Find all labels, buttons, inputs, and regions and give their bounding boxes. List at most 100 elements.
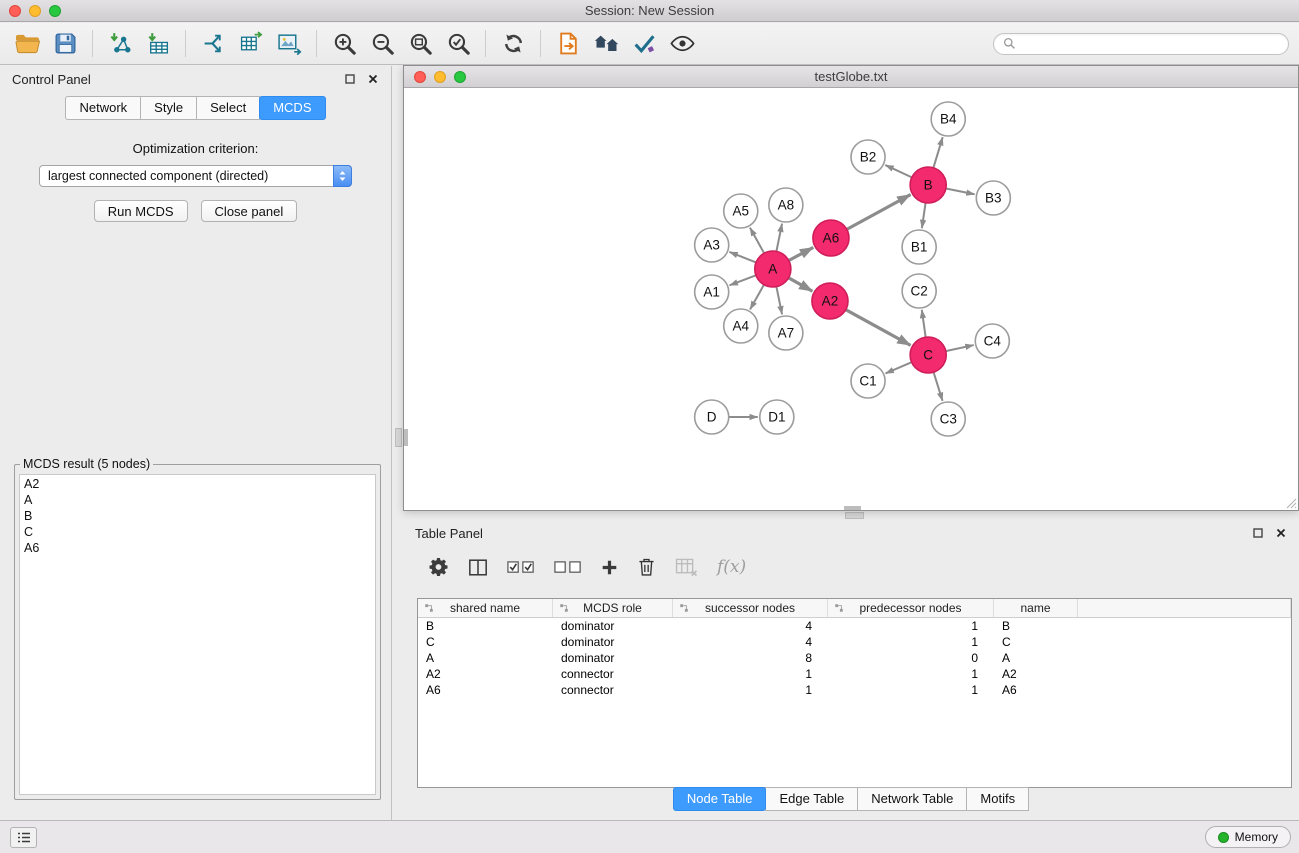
search-field[interactable] — [993, 33, 1289, 55]
export-document-button[interactable] — [549, 27, 587, 61]
graph-edge[interactable] — [776, 224, 782, 252]
table-row[interactable]: A2connector11A2 — [418, 666, 1291, 682]
graph-edge[interactable] — [922, 203, 926, 228]
vertical-splitter-handle[interactable] — [395, 428, 402, 447]
import-network-button[interactable] — [101, 27, 139, 61]
tab-style[interactable]: Style — [140, 96, 197, 120]
graph-edge[interactable] — [946, 189, 975, 195]
graph-edge[interactable] — [946, 345, 974, 351]
vertical-scroll-thumb[interactable] — [404, 429, 408, 446]
graph-node-label: A2 — [822, 294, 839, 309]
table-row[interactable]: Adominator80A — [418, 650, 1291, 666]
close-panel-button[interactable] — [367, 73, 379, 85]
save-session-button[interactable] — [46, 27, 84, 61]
close-panel-action-button[interactable]: Close panel — [201, 200, 298, 222]
network-zoom-button[interactable] — [454, 71, 466, 83]
resize-grip-icon[interactable] — [1285, 497, 1297, 509]
export-image-button[interactable] — [270, 27, 308, 61]
graph-edge[interactable] — [750, 285, 764, 310]
column-header-successor-nodes[interactable]: successor nodes — [673, 599, 828, 617]
mcds-result-item[interactable]: C — [20, 524, 375, 540]
select-stepper-icon — [333, 165, 352, 187]
tab-motifs[interactable]: Motifs — [966, 787, 1029, 811]
graph-edge[interactable] — [729, 252, 756, 262]
show-columns-button[interactable] — [468, 558, 488, 577]
delete-table-button[interactable] — [675, 558, 698, 577]
graph-edge[interactable] — [886, 362, 912, 373]
zoom-window-button[interactable] — [49, 5, 61, 17]
table-cell: 0 — [828, 650, 994, 666]
graph-node-label: B3 — [985, 191, 1002, 206]
tab-network-table[interactable]: Network Table — [857, 787, 967, 811]
graph-edge[interactable] — [885, 165, 912, 177]
unselect-all-columns-button[interactable] — [554, 560, 582, 575]
tab-select[interactable]: Select — [196, 96, 260, 120]
search-input[interactable] — [1021, 36, 1279, 52]
mcds-result-item[interactable]: A — [20, 492, 375, 508]
tab-mcds[interactable]: MCDS — [259, 96, 325, 120]
table-row[interactable]: Bdominator41B — [418, 618, 1291, 634]
column-header-name[interactable]: name — [994, 599, 1078, 617]
zoom-fit-button[interactable] — [401, 27, 439, 61]
network-close-button[interactable] — [414, 71, 426, 83]
graph-edge[interactable] — [789, 278, 813, 291]
task-history-button[interactable] — [10, 827, 37, 848]
graph-edge[interactable] — [922, 310, 926, 337]
mcds-result-list[interactable]: A2ABCA6 — [19, 474, 376, 795]
run-mcds-button[interactable]: Run MCDS — [94, 200, 188, 222]
delete-column-button[interactable] — [637, 557, 656, 577]
zoom-out-button[interactable] — [363, 27, 401, 61]
column-header-mcds-role[interactable]: MCDS role — [553, 599, 673, 617]
zoom-in-button[interactable] — [325, 27, 363, 61]
graph-edge[interactable] — [847, 195, 911, 230]
import-table-icon — [146, 31, 171, 56]
mcds-result-item[interactable]: A6 — [20, 540, 375, 556]
float-table-panel-button[interactable] — [1252, 527, 1264, 539]
zoom-out-icon — [370, 31, 395, 56]
graph-edge[interactable] — [934, 372, 943, 401]
graph-edge[interactable] — [789, 247, 814, 260]
network-minimize-button[interactable] — [434, 71, 446, 83]
graph-node-label: A3 — [703, 238, 720, 253]
first-neighbors-button[interactable] — [587, 27, 625, 61]
refresh-button[interactable] — [494, 27, 532, 61]
tab-node-table[interactable]: Node Table — [673, 787, 767, 811]
node-table[interactable]: shared name MCDS role successor nodes pr… — [417, 598, 1292, 788]
apply-layout-button[interactable] — [625, 27, 663, 61]
criterion-select[interactable]: largest connected component (directed) — [39, 165, 352, 187]
horizontal-scroll-thumb[interactable] — [844, 506, 861, 510]
tab-edge-table[interactable]: Edge Table — [765, 787, 858, 811]
minimize-window-button[interactable] — [29, 5, 41, 17]
zoom-selected-button[interactable] — [439, 27, 477, 61]
table-row[interactable]: A6connector11A6 — [418, 682, 1291, 698]
table-options-button[interactable] — [429, 557, 449, 577]
search-icon — [1003, 37, 1016, 50]
clone-network-button[interactable] — [194, 27, 232, 61]
close-window-button[interactable] — [9, 5, 21, 17]
function-builder-button[interactable]: f(x) — [717, 557, 746, 577]
graph-edge[interactable] — [933, 137, 942, 168]
new-network-table-button[interactable] — [232, 27, 270, 61]
memory-button[interactable]: Memory — [1205, 826, 1291, 848]
network-graph[interactable]: B4B2BB3A5A8A6B1A3AC2A1A2A4A7C4CC1C3DD1 — [404, 89, 1298, 510]
graph-edge[interactable] — [846, 310, 911, 346]
show-graphics-button[interactable] — [663, 27, 701, 61]
create-column-button[interactable] — [601, 559, 618, 576]
select-all-columns-button[interactable] — [507, 560, 535, 575]
close-table-panel-button[interactable] — [1275, 527, 1287, 539]
network-canvas[interactable]: B4B2BB3A5A8A6B1A3AC2A1A2A4A7C4CC1C3DD1 — [404, 89, 1298, 510]
graph-edge[interactable] — [750, 228, 764, 254]
horizontal-splitter-handle[interactable] — [845, 512, 864, 519]
column-header-predecessor-nodes[interactable]: predecessor nodes — [828, 599, 994, 617]
tab-network[interactable]: Network — [65, 96, 141, 120]
mcds-result-item[interactable]: B — [20, 508, 375, 524]
table-row[interactable]: Cdominator41C — [418, 634, 1291, 650]
graph-edge[interactable] — [730, 275, 756, 285]
column-header-shared-name[interactable]: shared name — [418, 599, 553, 617]
import-table-button[interactable] — [139, 27, 177, 61]
mcds-result-item[interactable]: A2 — [20, 476, 375, 492]
import-network-icon — [108, 31, 133, 56]
float-panel-button[interactable] — [344, 73, 356, 85]
graph-edge[interactable] — [776, 287, 782, 315]
open-session-button[interactable] — [8, 27, 46, 61]
